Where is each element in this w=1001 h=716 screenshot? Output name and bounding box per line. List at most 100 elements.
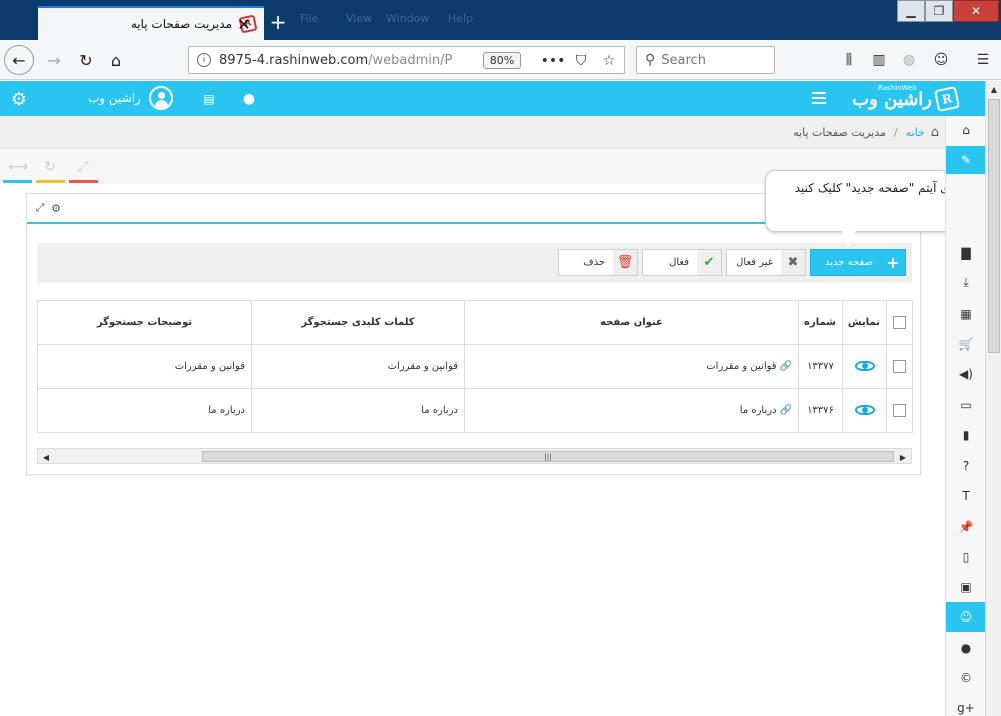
tool-indicator-red: [69, 180, 98, 183]
right-icon-sidebar: ⌂ ✎ ▇ ⤓ ▦ 🛒 ◀) ▭ ▮ ? T 📌 ▯ ▣ ☺ ● © g+: [945, 116, 986, 716]
sidebar-help-icon[interactable]: ?: [946, 452, 986, 480]
browser-titlebar: File View Window Help R مدیریت صفحات پای…: [0, 0, 1001, 40]
sidebar-film-icon[interactable]: ▦: [946, 300, 986, 328]
sidebar-text-size-icon[interactable]: T: [946, 482, 986, 510]
zoom-level-badge[interactable]: 80%: [483, 52, 521, 69]
close-window-button[interactable]: ✕: [953, 0, 999, 22]
cards-icon[interactable]: ▤: [199, 89, 219, 109]
library-icon[interactable]: ⫼: [838, 49, 860, 71]
fullscreen-icon[interactable]: ⤢: [71, 157, 95, 177]
new-tab-button[interactable]: +: [266, 10, 290, 34]
link-icon: 🔗: [779, 405, 792, 416]
breadcrumb-home-link[interactable]: خانه: [906, 126, 925, 139]
sidebar-copyright-icon[interactable]: ©: [946, 664, 986, 692]
pocket-icon[interactable]: ⛉: [571, 51, 591, 71]
header-keywords[interactable]: کلمات کلیدی جستجوگر: [251, 300, 465, 345]
ghost-menu-file: File: [300, 12, 319, 25]
sidebar-monitor-icon[interactable]: ▭: [946, 391, 986, 419]
row-checkbox[interactable]: [893, 360, 906, 373]
back-button[interactable]: ←: [4, 45, 34, 75]
sidebar-toggle-icon[interactable]: ▥: [868, 49, 890, 71]
panel-settings-icon[interactable]: ⚙: [49, 201, 63, 215]
header-number[interactable]: شماره: [798, 300, 843, 345]
actions-toolbar: + صفحه جدید ✖ غیر فعال ✔ فعال 🗑 حذف: [37, 243, 912, 283]
settings-gear-icon[interactable]: ⚙: [9, 89, 29, 110]
header-title[interactable]: عنوان صفحه: [464, 300, 799, 345]
sidebar-user-icon[interactable]: ●: [946, 634, 986, 662]
brand-logo[interactable]: RashinWeb راشین وب R: [842, 84, 961, 113]
deactivate-button[interactable]: ✖ غیر فعال: [726, 249, 806, 276]
sidebar-users-icon[interactable]: ☺: [946, 602, 986, 632]
page-actions-icon[interactable]: •••: [541, 51, 566, 71]
site-info-icon[interactable]: i: [197, 53, 211, 67]
tooltip-pointer: [842, 231, 856, 247]
row-checkbox[interactable]: [893, 404, 906, 417]
tab-close-icon[interactable]: ✕: [234, 14, 254, 34]
globe-icon[interactable]: ●: [239, 89, 259, 109]
sidebar-home-icon[interactable]: ⌂: [946, 116, 986, 144]
sidebar-document-icon[interactable]: ▇: [946, 239, 986, 267]
scroll-right-arrow-icon[interactable]: ▶: [897, 451, 909, 463]
row-keywords: قوانین و مقررات: [251, 344, 465, 389]
globe-extension-icon[interactable]: ◍: [898, 49, 920, 71]
breadcrumb-separator: /: [893, 125, 898, 139]
search-box[interactable]: ⚲: [636, 46, 775, 74]
username[interactable]: راشین وب: [88, 91, 141, 105]
sidebar-cart-icon[interactable]: 🛒: [946, 330, 986, 358]
link-icon: 🔗: [779, 361, 792, 372]
url-bar[interactable]: i 8975-4.rashinweb.com/webadmin/P 80% ••…: [188, 46, 625, 74]
header-show[interactable]: نمایش: [842, 300, 887, 345]
view-eye-icon[interactable]: [854, 361, 875, 371]
sidebar-google-plus-icon[interactable]: g+: [946, 694, 986, 716]
sidebar-file-icon[interactable]: ▯: [946, 543, 986, 571]
sidebar-edit-icon[interactable]: ✎: [946, 146, 986, 174]
table-row[interactable]: ۱۳۳۷۷ 🔗قوانین و مقررات قوانین و مقررات ق…: [37, 344, 913, 389]
bookmark-star-icon[interactable]: ☆: [599, 51, 619, 71]
view-eye-icon[interactable]: [854, 405, 875, 415]
browser-tab[interactable]: R مدیریت صفحات پایه ✕: [38, 6, 264, 40]
row-description: درباره ما: [37, 388, 252, 433]
sidebar-toggle-hamburger-icon[interactable]: [812, 92, 826, 104]
page-scrollbar-thumb[interactable]: [988, 99, 1000, 353]
collapse-icon[interactable]: ⟷: [6, 157, 30, 177]
pages-table: نمایش شماره عنوان صفحه کلمات کلیدی جستجو…: [37, 300, 913, 433]
header-description[interactable]: توضیحات جستجوگر: [37, 300, 252, 345]
check-icon: ✔: [697, 250, 721, 275]
home-icon[interactable]: ⌂: [931, 125, 939, 140]
row-title[interactable]: قوانین و مقررات: [706, 361, 776, 372]
app-header: ⚙ راشین وب ▤ ● RashinWeb راشین وب R: [0, 81, 985, 116]
activate-button[interactable]: ✔ فعال: [642, 249, 722, 276]
row-title[interactable]: درباره ما: [740, 405, 777, 416]
user-avatar[interactable]: [149, 86, 173, 110]
sidebar-volume-icon[interactable]: ◀): [946, 360, 986, 388]
new-page-button[interactable]: + صفحه جدید: [810, 249, 906, 276]
tool-indicator-yellow: [36, 180, 65, 183]
url-text[interactable]: 8975-4.rashinweb.com/webadmin/P: [219, 53, 459, 68]
pages-panel: ⤢ ⚙ + صفحه جدید ✖ غیر فعال ✔ فعال 🗑 حذف …: [26, 193, 921, 475]
account-icon[interactable]: ☺: [930, 49, 952, 71]
page-vertical-scrollbar[interactable]: ▲: [985, 81, 1001, 716]
minimize-button[interactable]: ▁: [897, 0, 925, 22]
scroll-left-arrow-icon[interactable]: ◀: [40, 451, 52, 463]
select-all-checkbox[interactable]: [893, 316, 906, 329]
scrollbar-thumb[interactable]: |||: [202, 451, 894, 462]
sidebar-pin-icon[interactable]: 📌: [946, 513, 986, 541]
reload-button[interactable]: ↻: [72, 46, 100, 74]
refresh-icon[interactable]: ↻: [38, 157, 62, 177]
logo-mark-icon: R: [933, 85, 961, 113]
maximize-button[interactable]: ❐: [925, 0, 953, 22]
table-horizontal-scrollbar[interactable]: ◀ ||| ▶: [37, 448, 912, 464]
home-button[interactable]: ⌂: [102, 46, 130, 74]
menu-icon[interactable]: ☰: [972, 49, 994, 71]
expand-icon[interactable]: ⤢: [33, 201, 47, 215]
tab-title: مدیریت صفحات پایه: [130, 17, 232, 31]
sidebar-book-icon[interactable]: ▮: [946, 421, 986, 449]
table-row[interactable]: ۱۳۳۷۶ 🔗درباره ما درباره ما درباره ما: [37, 388, 913, 433]
search-input[interactable]: [661, 52, 762, 68]
breadcrumb: ⌂ خانه / مدیریت صفحات پایه: [0, 116, 945, 148]
sidebar-excel-icon[interactable]: ▣: [946, 573, 986, 601]
forward-button[interactable]: →: [40, 46, 68, 74]
scroll-up-arrow-icon[interactable]: ▲: [988, 83, 1000, 95]
sidebar-download-icon[interactable]: ⤓: [946, 268, 986, 296]
delete-button[interactable]: 🗑 حذف: [558, 249, 638, 276]
